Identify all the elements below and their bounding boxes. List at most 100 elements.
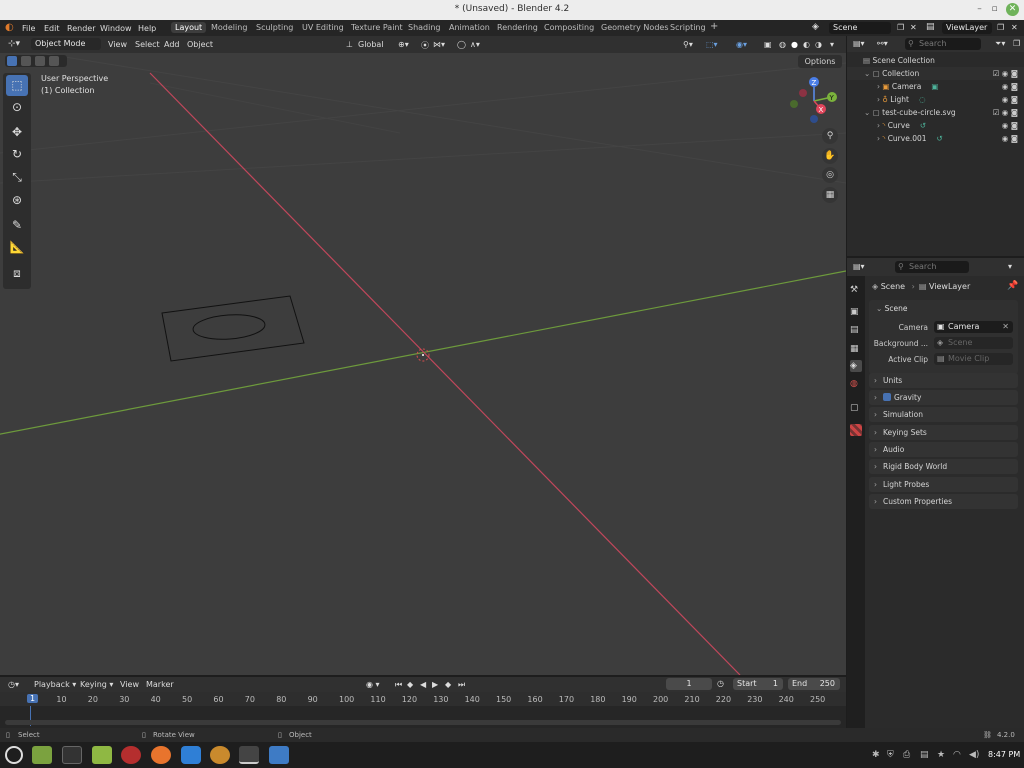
outliner-row-collection[interactable]: ⌄ ▢ Collection ☑ ◉ ◙	[847, 67, 1024, 80]
scene-icon[interactable]: ◈	[812, 22, 819, 32]
solid-shading-icon[interactable]: ●	[791, 40, 798, 49]
section-units[interactable]: Units	[869, 373, 1018, 388]
jump-end-icon[interactable]: ⏭	[458, 680, 465, 690]
active-clip-field[interactable]: ▤ Movie Clip	[934, 353, 1013, 365]
view-layer-tab-icon[interactable]: ▦	[850, 343, 862, 355]
section-light-probes[interactable]: Light Probes	[869, 477, 1018, 492]
terminal-icon[interactable]	[62, 746, 82, 764]
gizmo-toggle-icon[interactable]: ⬚▾	[706, 40, 718, 49]
minimize-icon[interactable]: –	[973, 3, 986, 16]
menu-edit[interactable]: Edit	[44, 24, 60, 33]
select-invert-icon[interactable]	[49, 56, 59, 66]
menu-playback[interactable]: Playback ▾	[34, 680, 76, 689]
volume-icon[interactable]: ◀)	[969, 750, 979, 760]
section-gravity[interactable]: Gravity	[869, 390, 1018, 405]
overlay-toggle-icon[interactable]: ◉▾	[736, 40, 747, 49]
proportional-edit-icon[interactable]: ◯	[457, 40, 466, 49]
collection-tab-icon[interactable]: ▢	[850, 402, 862, 414]
shading-options-icon[interactable]: ▾	[830, 40, 834, 49]
tab-compositing[interactable]: Compositing	[544, 23, 594, 32]
gravity-checkbox[interactable]	[883, 393, 891, 401]
transform-tool-icon[interactable]: ⊛	[6, 190, 28, 211]
output-tab-icon[interactable]: ▤	[850, 324, 862, 336]
pan-view-icon[interactable]: ✋	[822, 148, 838, 164]
tab-rendering[interactable]: Rendering	[497, 23, 538, 32]
zoom-view-icon[interactable]: ⚲	[822, 128, 838, 144]
section-rigid-body-world[interactable]: Rigid Body World	[869, 459, 1018, 474]
tab-texture-paint[interactable]: Texture Paint	[351, 23, 403, 32]
menu-window[interactable]: Window	[100, 24, 132, 33]
section-audio[interactable]: Audio	[869, 442, 1018, 457]
outliner-row-svg-collection[interactable]: ⌄ ▢ test-cube-circle.svg ☑ ◉ ◙	[847, 106, 1024, 119]
outliner-search-input[interactable]: ⚲ Search	[905, 38, 981, 50]
screenshot-icon[interactable]	[269, 746, 289, 764]
outliner-row-curve-001[interactable]: › ◝ Curve.001 ↺ ◉ ◙	[847, 132, 1024, 145]
app-red-icon[interactable]	[121, 746, 141, 764]
play-icon[interactable]: ▶	[432, 680, 438, 689]
scene-selector[interactable]: Scene	[829, 22, 891, 34]
add-workspace-icon[interactable]: +	[710, 21, 718, 32]
editor-type-icon[interactable]: ⊹▾	[8, 39, 20, 49]
options-button[interactable]: Options	[798, 55, 842, 68]
view-layer-icon[interactable]: ▤	[926, 22, 935, 32]
tool-tab-icon[interactable]: ⚒	[850, 284, 862, 296]
properties-editor-icon[interactable]: ▤▾	[853, 262, 865, 271]
clock[interactable]: 8:47 PM	[988, 750, 1020, 759]
wireframe-shading-icon[interactable]: ◍	[779, 40, 786, 49]
world-tab-icon[interactable]: ◍	[850, 378, 862, 390]
jump-start-icon[interactable]: ⏮	[395, 680, 402, 690]
background-scene-field[interactable]: ◈ Scene	[934, 337, 1013, 349]
select-extend-icon[interactable]	[21, 56, 31, 66]
firefox-icon[interactable]	[151, 746, 171, 764]
menu-render[interactable]: Render	[67, 24, 95, 33]
menu-select[interactable]: Select	[135, 40, 160, 49]
tab-modeling[interactable]: Modeling	[211, 23, 247, 32]
add-cube-tool-icon[interactable]: ⧈	[6, 263, 28, 284]
outliner-row-camera[interactable]: › ▣ Camera ▣ ◉ ◙	[847, 80, 1024, 93]
end-frame-field[interactable]: End 250	[788, 678, 840, 690]
notes-icon[interactable]: ▤	[920, 750, 929, 760]
pin-icon[interactable]: 📌	[1007, 281, 1018, 291]
scene-panel-header[interactable]: ⌄ Scene	[876, 304, 908, 313]
bluetooth-icon[interactable]: ✱	[872, 750, 880, 760]
menu-help[interactable]: Help	[138, 24, 156, 33]
select-subtract-icon[interactable]	[35, 56, 45, 66]
inkscape-icon[interactable]	[239, 746, 259, 764]
timeline-scrollbar[interactable]	[5, 720, 841, 725]
tab-uv-editing[interactable]: UV Editing	[302, 23, 344, 32]
maximize-icon[interactable]: ▫	[988, 3, 1001, 16]
measure-tool-icon[interactable]: 📐	[6, 237, 28, 258]
wifi-icon[interactable]: ◠	[953, 750, 961, 760]
texture-tab-icon[interactable]	[850, 424, 862, 436]
rendered-shading-icon[interactable]: ◑	[815, 40, 822, 49]
remove-scene-icon[interactable]: ✕	[910, 23, 917, 32]
render-tab-icon[interactable]: ▣	[850, 306, 862, 318]
orientation-selector[interactable]: Global	[358, 40, 384, 49]
menu-keying[interactable]: Keying ▾	[80, 680, 113, 689]
filter-icon[interactable]: ⏷▾	[995, 39, 1005, 49]
start-menu-icon[interactable]	[5, 746, 23, 764]
scale-tool-icon[interactable]: ⤡	[6, 167, 28, 188]
preview-range-icon[interactable]: ◷	[717, 679, 724, 688]
properties-options-icon[interactable]: ▾	[1008, 262, 1012, 271]
jump-keyframe-forward-icon[interactable]: ◆	[445, 680, 451, 689]
display-mode-icon[interactable]: ⚯▾	[877, 39, 888, 48]
outliner-row-scene-collection[interactable]: ▤ Scene Collection	[847, 54, 1024, 67]
menu-view[interactable]: View	[108, 40, 127, 49]
outliner-row-curve[interactable]: › ◝ Curve ↺ ◉ ◙	[847, 119, 1024, 132]
files-icon[interactable]	[32, 746, 52, 764]
tab-shading[interactable]: Shading	[408, 23, 441, 32]
falloff-icon[interactable]: ∧▾	[470, 40, 480, 49]
tab-layout[interactable]: Layout	[171, 22, 207, 33]
app-blue-icon[interactable]	[181, 746, 201, 764]
properties-search-input[interactable]: ⚲ Search	[895, 261, 969, 273]
section-keying-sets[interactable]: Keying Sets	[869, 425, 1018, 440]
menu-file[interactable]: File	[22, 24, 35, 33]
play-reverse-icon[interactable]: ◀	[420, 680, 426, 689]
pivot-icon[interactable]: ⊕▾	[398, 40, 409, 49]
select-box-tool-icon[interactable]: ⬚	[6, 75, 28, 96]
tab-sculpting[interactable]: Sculpting	[256, 23, 293, 32]
outliner-row-light[interactable]: › ♁ Light ◌ ◉ ◙	[847, 93, 1024, 106]
current-frame-field[interactable]: 1	[666, 678, 712, 690]
new-view-layer-icon[interactable]: ❐	[997, 23, 1004, 32]
